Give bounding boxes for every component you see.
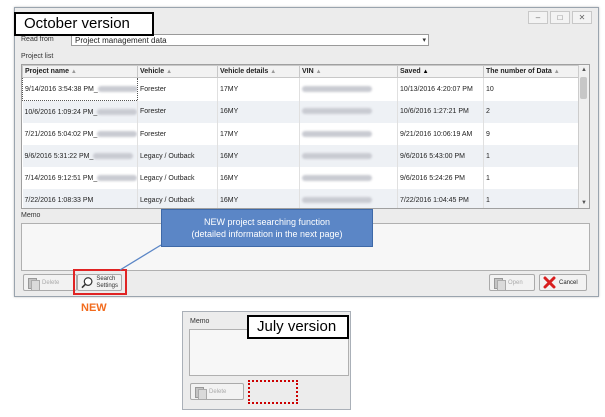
- new-feature-callout: NEW project searching function (detailed…: [161, 209, 373, 247]
- july-delete-button[interactable]: Delete: [190, 383, 244, 400]
- july-delete-label: Delete: [209, 388, 227, 395]
- july-version-title: July version: [247, 315, 349, 339]
- callout-line-2: (detailed information in the next page): [191, 229, 343, 239]
- july-delete-doc-icon: [194, 386, 207, 400]
- missing-search-placeholder: [248, 380, 298, 404]
- callout-line-1: NEW project searching function: [203, 217, 331, 227]
- new-tag: NEW: [81, 302, 107, 314]
- july-memo-label: Memo: [190, 318, 210, 325]
